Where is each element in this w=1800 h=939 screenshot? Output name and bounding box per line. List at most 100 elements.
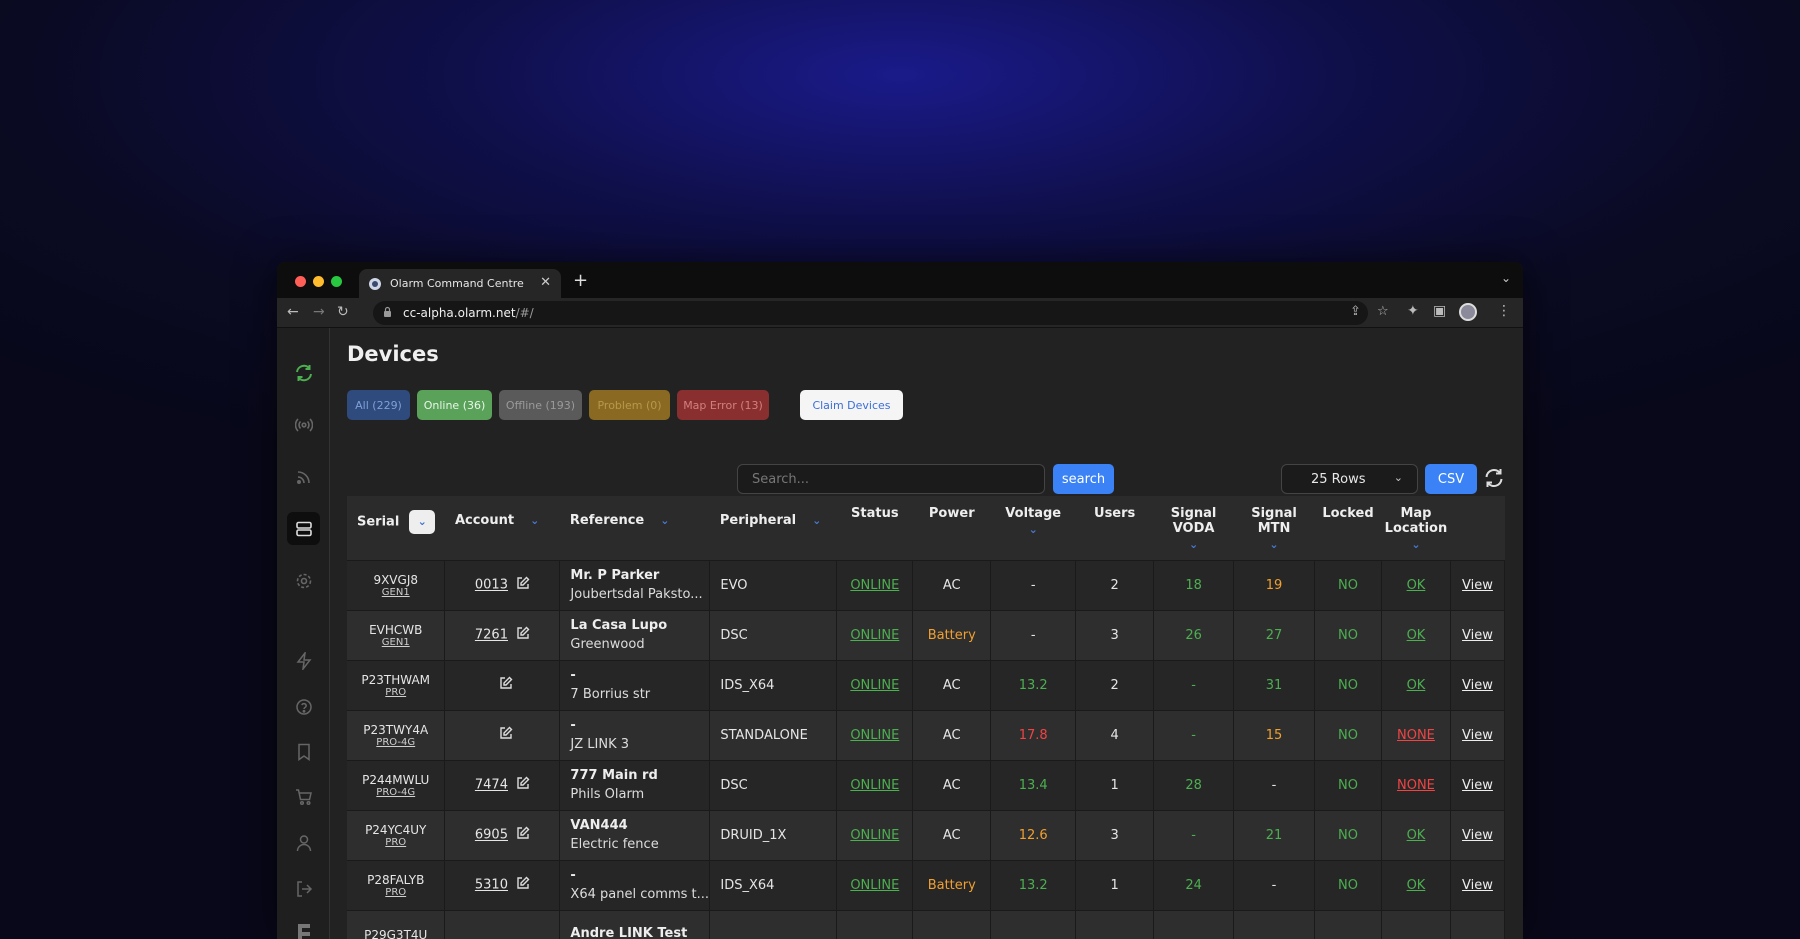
- chevron-down-icon[interactable]: ⌄: [991, 523, 1076, 536]
- view-link[interactable]: View: [1462, 728, 1493, 743]
- table-row[interactable]: EVHCWB GEN1 7261 La Casa Lupo Greenwood DS…: [347, 610, 1506, 660]
- header-signal-mtn[interactable]: Signal MTN ⌄: [1233, 496, 1315, 560]
- table-row[interactable]: P23TWY4A PRO-4G - JZ LINK 3 STANDALONE ONL…: [347, 710, 1506, 760]
- header-account[interactable]: Account ⌄: [444, 496, 560, 560]
- map-location-link[interactable]: OK: [1407, 828, 1426, 843]
- filter-problem-button[interactable]: Problem (0): [589, 390, 670, 420]
- map-location-link[interactable]: OK: [1407, 578, 1426, 593]
- chevron-down-icon[interactable]: ⌄: [530, 514, 539, 527]
- account-link[interactable]: 6905: [475, 828, 508, 843]
- settings-gear-icon[interactable]: [287, 564, 320, 597]
- tab-search-icon[interactable]: ⌄: [1501, 271, 1511, 285]
- reload-icon[interactable]: ↻: [337, 304, 349, 320]
- user-icon[interactable]: [287, 826, 320, 859]
- lightning-icon[interactable]: [287, 644, 320, 677]
- status-link[interactable]: ONLINE: [850, 828, 899, 843]
- edit-icon[interactable]: [499, 676, 513, 694]
- search-input[interactable]: [737, 464, 1045, 494]
- edit-icon[interactable]: [516, 776, 530, 794]
- filter-map-error-button[interactable]: Map Error (13): [677, 390, 769, 420]
- table-row[interactable]: 9XVGJ8 GEN1 0013 Mr. P Parker Joubertsdal …: [347, 560, 1506, 610]
- device-model-link[interactable]: PRO: [347, 837, 444, 848]
- view-link[interactable]: View: [1462, 578, 1493, 593]
- bookmark-star-icon[interactable]: ☆: [1377, 304, 1389, 319]
- chevron-down-icon[interactable]: ⌄: [1154, 538, 1234, 551]
- minimize-window-button[interactable]: [313, 276, 324, 287]
- new-tab-icon[interactable]: +: [573, 270, 588, 291]
- broadcast-icon[interactable]: [287, 408, 320, 441]
- header-serial[interactable]: Serial ⌄: [347, 496, 445, 560]
- status-link[interactable]: ONLINE: [850, 778, 899, 793]
- edit-icon[interactable]: [499, 726, 513, 744]
- sync-icon[interactable]: [287, 356, 320, 389]
- view-link[interactable]: View: [1462, 828, 1493, 843]
- browser-tab[interactable]: Olarm Command Centre ✕: [359, 269, 561, 298]
- status-link[interactable]: ONLINE: [850, 678, 899, 693]
- map-location-link[interactable]: OK: [1407, 678, 1426, 693]
- map-location-link[interactable]: OK: [1407, 628, 1426, 643]
- edit-icon[interactable]: [516, 576, 530, 594]
- device-model-link[interactable]: PRO: [347, 887, 444, 898]
- view-link[interactable]: View: [1462, 628, 1493, 643]
- header-reference[interactable]: Reference ⌄: [559, 496, 710, 560]
- status-link[interactable]: ONLINE: [850, 728, 899, 743]
- status-link[interactable]: ONLINE: [850, 578, 899, 593]
- status-link[interactable]: ONLINE: [850, 628, 899, 643]
- filter-online-button[interactable]: Online (36): [417, 390, 492, 420]
- header-map-location[interactable]: Map Location ⌄: [1381, 496, 1451, 560]
- url-field[interactable]: cc-alpha.olarm.net/#/: [373, 301, 1368, 325]
- browser-menu-icon[interactable]: ⋮: [1497, 303, 1511, 319]
- logout-icon[interactable]: [287, 872, 320, 905]
- table-row[interactable]: P28FALYB PRO 5310 - X64 panel comms t... I…: [347, 860, 1506, 910]
- chevron-down-icon[interactable]: ⌄: [812, 514, 821, 527]
- status-link[interactable]: ONLINE: [850, 878, 899, 893]
- refresh-icon[interactable]: [1483, 467, 1505, 493]
- chevron-down-icon[interactable]: ⌄: [1381, 538, 1450, 551]
- chevron-down-icon[interactable]: ⌄: [660, 514, 669, 527]
- header-voltage[interactable]: Voltage ⌄: [990, 496, 1076, 560]
- device-model-link[interactable]: PRO-4G: [347, 737, 444, 748]
- claim-devices-button[interactable]: Claim Devices: [800, 390, 903, 420]
- side-panel-icon[interactable]: ▣: [1433, 303, 1446, 319]
- search-button[interactable]: search: [1053, 464, 1114, 494]
- share-icon[interactable]: ⇪: [1350, 304, 1361, 319]
- device-model-link[interactable]: GEN1: [347, 587, 444, 598]
- account-link[interactable]: 5310: [475, 878, 508, 893]
- cart-icon[interactable]: [287, 780, 320, 813]
- table-row[interactable]: P29G3T4U Andre LINK Test: [347, 910, 1506, 939]
- view-link[interactable]: View: [1462, 878, 1493, 893]
- device-model-link[interactable]: GEN1: [347, 637, 444, 648]
- header-signal-voda[interactable]: Signal VODA ⌄: [1153, 496, 1234, 560]
- chevron-down-icon[interactable]: ⌄: [1234, 538, 1315, 551]
- account-link[interactable]: 7474: [475, 778, 508, 793]
- forward-icon[interactable]: →: [313, 304, 325, 320]
- extensions-icon[interactable]: ✦: [1407, 303, 1419, 319]
- feed-icon[interactable]: [287, 460, 320, 493]
- filter-all-button[interactable]: All (229): [347, 390, 410, 420]
- view-link[interactable]: View: [1462, 678, 1493, 693]
- zoom-window-button[interactable]: [331, 276, 342, 287]
- account-link[interactable]: 7261: [475, 628, 508, 643]
- devices-icon[interactable]: [287, 512, 320, 545]
- map-location-link[interactable]: OK: [1407, 878, 1426, 893]
- filter-offline-button[interactable]: Offline (193): [499, 390, 582, 420]
- header-peripheral[interactable]: Peripheral ⌄: [709, 496, 837, 560]
- edit-icon[interactable]: [516, 826, 530, 844]
- edit-icon[interactable]: [516, 626, 530, 644]
- rows-per-page-select[interactable]: 25 Rows ⌄: [1281, 464, 1418, 494]
- csv-button[interactable]: CSV: [1425, 464, 1477, 494]
- map-location-link[interactable]: NONE: [1397, 728, 1435, 743]
- view-link[interactable]: View: [1462, 778, 1493, 793]
- device-model-link[interactable]: PRO: [347, 687, 444, 698]
- map-location-link[interactable]: NONE: [1397, 778, 1435, 793]
- profile-avatar[interactable]: [1459, 303, 1477, 321]
- table-row[interactable]: P24YC4UY PRO 6905 VAN444 Electric fence DR…: [347, 810, 1506, 860]
- back-icon[interactable]: ←: [287, 304, 299, 320]
- close-tab-icon[interactable]: ✕: [540, 275, 551, 290]
- table-row[interactable]: P23THWAM PRO - 7 Borrius str IDS_X64 ONLIN…: [347, 660, 1506, 710]
- edit-icon[interactable]: [516, 876, 530, 894]
- bookmark-icon[interactable]: [287, 735, 320, 768]
- account-link[interactable]: 0013: [475, 578, 508, 593]
- close-window-button[interactable]: [295, 276, 306, 287]
- table-row[interactable]: P244MWLU PRO-4G 7474 777 Main rd Phils Ola…: [347, 760, 1506, 810]
